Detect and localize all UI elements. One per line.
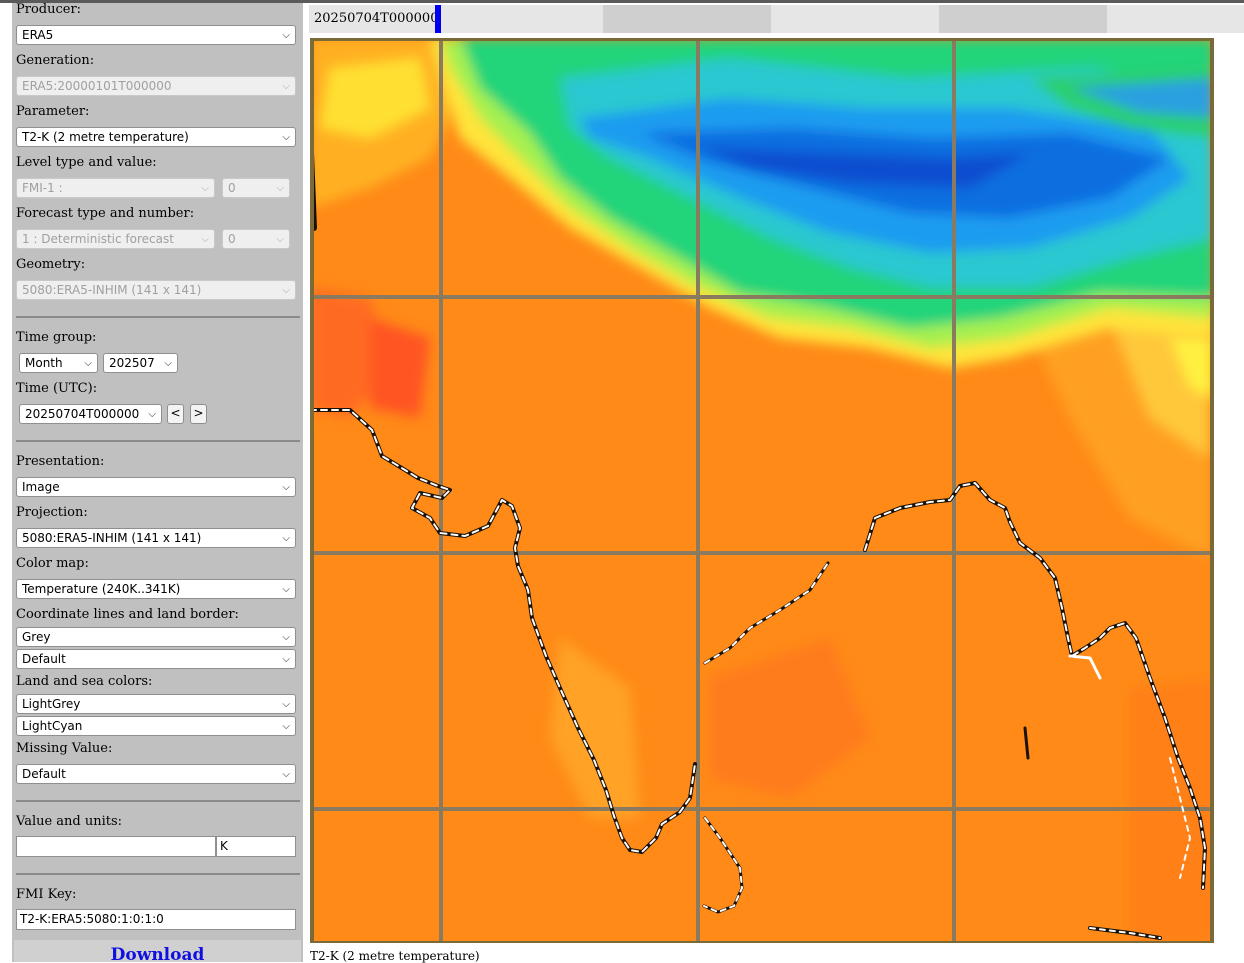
time-group-period-select[interactable]: Month ⌵: [19, 353, 98, 373]
temperature-map[interactable]: [310, 38, 1214, 943]
land-border-select[interactable]: Default ⌵: [16, 649, 296, 669]
coord-lines-value: Grey: [22, 630, 51, 644]
color-map-label: Color map:: [16, 556, 89, 571]
generation-select[interactable]: ERA5:20000101T000000 ⌵: [16, 76, 296, 96]
missing-value-select[interactable]: Default ⌵: [16, 764, 296, 784]
value-units-label: Value and units:: [16, 814, 123, 829]
fmi-key-field[interactable]: T2-K:ERA5:5080:1:0:1:0: [16, 909, 296, 930]
timeline-band[interactable]: [603, 5, 771, 33]
producer-select[interactable]: ERA5 ⌵: [16, 25, 296, 45]
color-map-value: Temperature (240K..341K): [22, 582, 181, 596]
chevron-down-icon: ⌵: [282, 30, 290, 41]
land-color-value: LightGrey: [22, 697, 81, 711]
chevron-down-icon: ⌵: [148, 409, 156, 420]
chevron-down-icon: ⌵: [282, 769, 290, 780]
forecast-type-value: 1 : Deterministic forecast: [22, 232, 174, 246]
parameter-select[interactable]: T2-K (2 metre temperature) ⌵: [16, 127, 296, 147]
time-utc-value: 20250704T000000: [25, 407, 140, 421]
chevron-down-icon: ⌵: [282, 81, 290, 92]
chevron-down-icon: ⌵: [282, 132, 290, 143]
time-group-value: 202507: [109, 356, 155, 370]
next-time-button[interactable]: >: [190, 404, 207, 424]
chevron-down-icon: ⌵: [282, 699, 290, 710]
time-group-value-select[interactable]: 202507 ⌵: [103, 353, 178, 373]
time-group-period-value: Month: [25, 356, 63, 370]
forecast-number-select[interactable]: 0 ⌵: [222, 229, 290, 249]
missing-value-label: Missing Value:: [16, 741, 113, 756]
level-type-value: FMI-1 :: [22, 181, 63, 195]
parameter-value: T2-K (2 metre temperature): [22, 130, 189, 144]
chevron-down-icon: ⌵: [282, 654, 290, 665]
prev-time-button[interactable]: <: [167, 404, 184, 424]
time-group-label: Time group:: [16, 330, 97, 345]
chevron-down-icon: ⌵: [282, 632, 290, 643]
divider: [16, 440, 300, 442]
divider: [16, 316, 300, 318]
color-map-select[interactable]: Temperature (240K..341K) ⌵: [16, 579, 296, 599]
timeline[interactable]: 20250704T000000: [309, 5, 1244, 33]
timeline-label: 20250704T000000: [314, 11, 439, 26]
presentation-value: Image: [22, 480, 60, 494]
parameter-label: Parameter:: [16, 104, 90, 119]
chevron-down-icon: ⌵: [282, 584, 290, 595]
level-value-select[interactable]: 0 ⌵: [222, 178, 290, 198]
sidebar: Producer: ERA5 ⌵ Generation: ERA5:200001…: [12, 3, 303, 962]
producer-label: Producer:: [16, 3, 82, 17]
chevron-down-icon: ⌵: [282, 721, 290, 732]
projection-select[interactable]: 5080:ERA5-INHIM (141 x 141) ⌵: [16, 528, 296, 548]
level-value: 0: [228, 181, 236, 195]
land-border-value: Default: [22, 652, 66, 666]
forecast-type-select[interactable]: 1 : Deterministic forecast ⌵: [16, 229, 215, 249]
divider: [16, 873, 300, 875]
coord-lines-select[interactable]: Grey ⌵: [16, 627, 296, 647]
geometry-value: 5080:ERA5-INHIM (141 x 141): [22, 283, 202, 297]
missing-value: Default: [22, 767, 66, 781]
timeline-marker[interactable]: [435, 5, 441, 33]
chevron-down-icon: ⌵: [84, 358, 92, 369]
generation-value: ERA5:20000101T000000: [22, 79, 172, 93]
projection-label: Projection:: [16, 505, 88, 520]
chevron-down-icon: ⌵: [201, 183, 209, 194]
map-caption: T2-K (2 metre temperature): [310, 949, 480, 963]
sea-color-value: LightCyan: [22, 719, 83, 733]
chevron-down-icon: ⌵: [276, 234, 284, 245]
forecast-label: Forecast type and number:: [16, 206, 195, 221]
coord-lines-label: Coordinate lines and land border:: [16, 607, 239, 622]
time-utc-label: Time (UTC):: [16, 381, 98, 396]
chevron-down-icon: ⌵: [164, 358, 172, 369]
map-image: [314, 41, 1210, 941]
sea-color-select[interactable]: LightCyan ⌵: [16, 716, 296, 736]
divider: [16, 800, 300, 802]
presentation-label: Presentation:: [16, 454, 105, 469]
chevron-down-icon: ⌵: [201, 234, 209, 245]
projection-value: 5080:ERA5-INHIM (141 x 141): [22, 531, 202, 545]
timeline-band[interactable]: [939, 5, 1107, 33]
chevron-down-icon: ⌵: [276, 183, 284, 194]
units-field[interactable]: K: [216, 836, 296, 857]
chevron-down-icon: ⌵: [282, 533, 290, 544]
chevron-down-icon: ⌵: [282, 285, 290, 296]
value-field[interactable]: [16, 836, 216, 857]
chevron-down-icon: ⌵: [282, 482, 290, 493]
land-sea-label: Land and sea colors:: [16, 674, 153, 689]
download-button[interactable]: Download: [14, 940, 301, 962]
geometry-select[interactable]: 5080:ERA5-INHIM (141 x 141) ⌵: [16, 280, 296, 300]
geometry-label: Geometry:: [16, 257, 86, 272]
producer-value: ERA5: [22, 28, 54, 42]
land-color-select[interactable]: LightGrey ⌵: [16, 694, 296, 714]
generation-label: Generation:: [16, 53, 95, 68]
forecast-number-value: 0: [228, 232, 236, 246]
level-label: Level type and value:: [16, 155, 157, 170]
level-type-select[interactable]: FMI-1 : ⌵: [16, 178, 215, 198]
fmi-key-label: FMI Key:: [16, 887, 77, 902]
time-utc-select[interactable]: 20250704T000000 ⌵: [19, 404, 162, 424]
presentation-select[interactable]: Image ⌵: [16, 477, 296, 497]
